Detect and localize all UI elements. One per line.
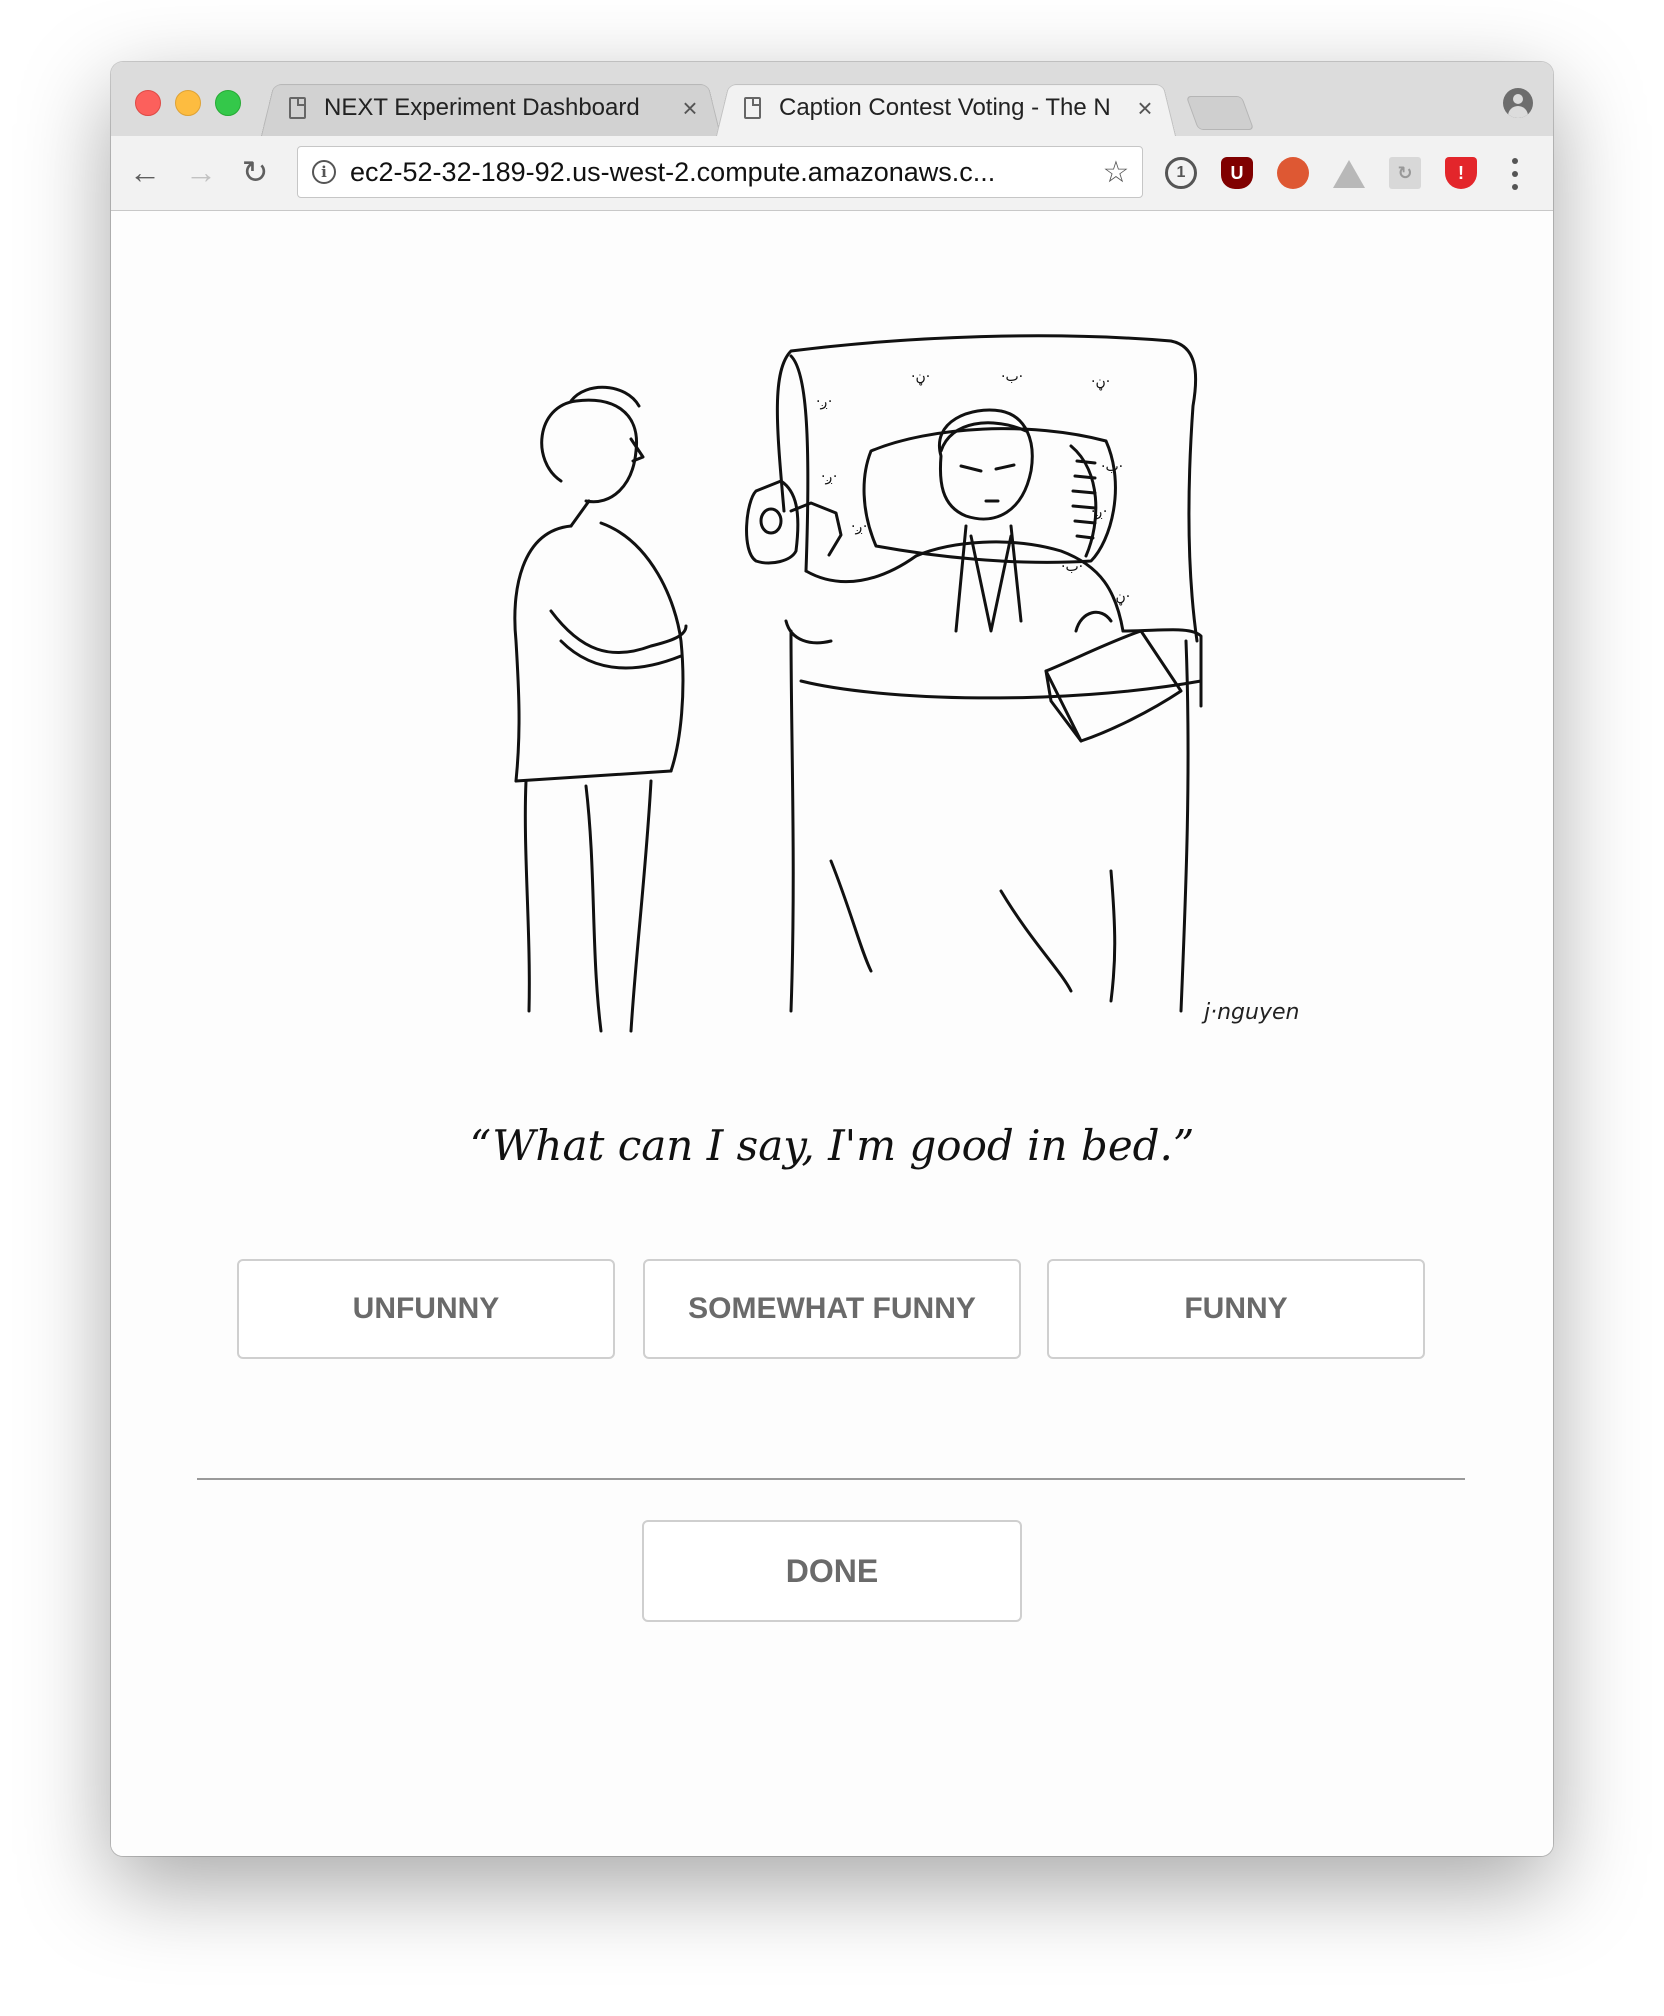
browser-window: NEXT Experiment Dashboard × Caption Cont… bbox=[111, 62, 1553, 1856]
ublock-icon[interactable]: U bbox=[1221, 157, 1253, 189]
back-arrow-icon[interactable]: ← bbox=[125, 152, 165, 192]
caption-text: “What can I say, I'm good in bed.” bbox=[469, 1121, 1195, 1170]
svg-text:·ب·: ·ب· bbox=[1101, 459, 1123, 475]
tab-close-icon[interactable]: × bbox=[1134, 93, 1156, 124]
tab-next-experiment-dashboard[interactable]: NEXT Experiment Dashboard × bbox=[261, 80, 721, 136]
onepassword-icon[interactable]: 1 bbox=[1165, 157, 1197, 189]
maximize-window-button[interactable] bbox=[215, 90, 241, 116]
bookmark-star-icon[interactable]: ☆ bbox=[1096, 155, 1136, 190]
funny-button[interactable]: FUNNY bbox=[1047, 1259, 1425, 1359]
tab-close-icon[interactable]: × bbox=[679, 93, 701, 124]
url-text[interactable]: ec2-52-32-189-92.us-west-2.compute.amazo… bbox=[350, 157, 1096, 188]
forward-arrow-icon[interactable]: → bbox=[181, 152, 221, 192]
minimize-window-button[interactable] bbox=[175, 90, 201, 116]
profile-icon[interactable] bbox=[1503, 88, 1533, 118]
svg-text:·ږ·: ·ږ· bbox=[1091, 504, 1107, 520]
new-tab-button[interactable] bbox=[1185, 96, 1255, 130]
tab-strip: NEXT Experiment Dashboard × Caption Cont… bbox=[111, 62, 1553, 136]
page-content: ·ږ· ·ڼ· ·ب· ·ڼ· ·ږ· ·ږ· ·ب· ·ږ· ·ب· ·ڼ· … bbox=[111, 211, 1553, 1856]
tab-title: Caption Contest Voting - The N bbox=[779, 94, 1111, 121]
duckduckgo-icon[interactable] bbox=[1277, 157, 1309, 189]
info-icon[interactable]: i bbox=[312, 160, 336, 184]
document-icon bbox=[289, 97, 306, 119]
menu-dots-icon[interactable] bbox=[1505, 154, 1525, 194]
google-drive-icon[interactable] bbox=[1333, 160, 1365, 188]
divider bbox=[197, 1478, 1465, 1480]
svg-text:·ڼ·: ·ڼ· bbox=[1111, 589, 1130, 606]
svg-text:·ب·: ·ب· bbox=[1001, 369, 1023, 385]
svg-text:·ږ·: ·ږ· bbox=[851, 519, 867, 535]
done-button[interactable]: DONE bbox=[642, 1520, 1022, 1622]
svg-text:·ږ·: ·ږ· bbox=[821, 469, 837, 485]
svg-text:·ږ·: ·ږ· bbox=[816, 394, 832, 410]
tab-title: NEXT Experiment Dashboard bbox=[324, 94, 640, 121]
close-window-button[interactable] bbox=[135, 90, 161, 116]
reload-icon[interactable]: ↻ bbox=[235, 152, 275, 192]
shield-icon[interactable]: ! bbox=[1445, 157, 1477, 189]
svg-text:·ڼ·: ·ڼ· bbox=[1091, 374, 1110, 391]
extension-icon[interactable]: ↻ bbox=[1389, 157, 1421, 189]
artist-signature: j·nguyen bbox=[1201, 1000, 1299, 1025]
unfunny-button[interactable]: UNFUNNY bbox=[237, 1259, 615, 1359]
browser-toolbar: ← → ↻ i ec2-52-32-189-92.us-west-2.compu… bbox=[111, 136, 1553, 211]
document-icon bbox=[744, 97, 761, 119]
cartoon-image: ·ږ· ·ڼ· ·ب· ·ڼ· ·ږ· ·ږ· ·ب· ·ږ· ·ب· ·ڼ· … bbox=[513, 334, 1299, 1033]
tab-caption-contest-voting[interactable]: Caption Contest Voting - The N × bbox=[716, 80, 1176, 136]
svg-text:·ڼ·: ·ڼ· bbox=[911, 369, 930, 386]
somewhat-funny-button[interactable]: SOMEWHAT FUNNY bbox=[643, 1259, 1021, 1359]
svg-text:·ب·: ·ب· bbox=[1061, 559, 1083, 575]
address-bar[interactable]: i ec2-52-32-189-92.us-west-2.compute.ama… bbox=[297, 146, 1143, 198]
